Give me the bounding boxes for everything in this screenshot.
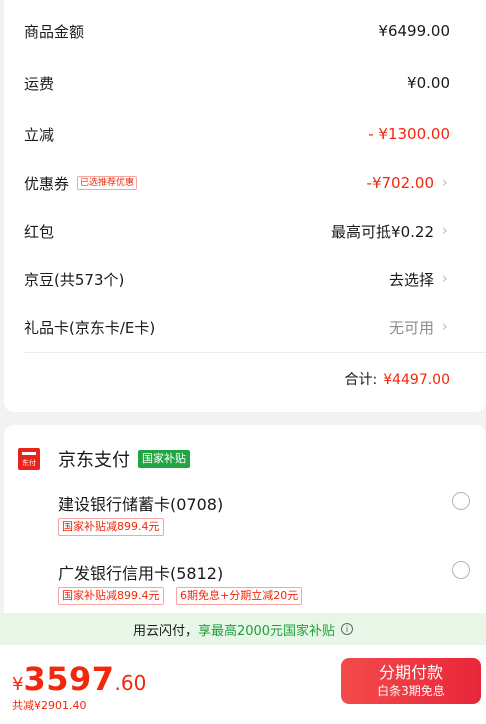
jd-pay-header: 东付 京东支付 国家补贴 — [18, 446, 190, 472]
bank-option-cgb-credit[interactable]: 广发银行信用卡(5812) — [58, 560, 223, 584]
currency-symbol: ¥ — [12, 674, 24, 695]
national-subsidy-badge: 国家补贴 — [138, 450, 190, 468]
red-packet-row[interactable]: 红包 最高可抵¥0.22 › — [24, 218, 450, 244]
gift-card-label: 礼品卡(京东卡/E卡) — [24, 318, 156, 337]
radio-ccb-debit[interactable] — [452, 492, 470, 510]
instant-discount-value: - ¥1300.00 — [368, 125, 450, 143]
shipping-row: 运费 ¥0.00 — [24, 70, 450, 96]
jd-bean-row[interactable]: 京豆(共573个) 去选择 › — [24, 266, 450, 292]
instant-discount-row: 立减 - ¥1300.00 — [24, 121, 450, 147]
order-total: 合计: ¥4497.00 — [344, 369, 450, 389]
pay-button-sublabel: 白条3期免息 — [377, 684, 445, 698]
jd-bean-value: 去选择 — [388, 270, 434, 289]
chevron-right-icon: › — [442, 271, 448, 287]
gift-card-row[interactable]: 礼品卡(京东卡/E卡) 无可用 › — [24, 314, 450, 340]
promo-highlight: 享最高2000元国家补贴 — [197, 623, 336, 639]
jd-pay-title: 京东支付 — [58, 450, 130, 471]
shipping-value: ¥0.00 — [407, 74, 450, 92]
order-summary-card — [4, 0, 486, 412]
jd-pay-icon: 东付 — [18, 448, 40, 470]
instant-discount-label: 立减 — [24, 125, 55, 144]
coupon-value: -¥702.00 — [366, 174, 434, 192]
goods-amount-row: 商品金额 ¥6499.00 — [24, 18, 450, 44]
chevron-right-icon: › — [442, 319, 448, 335]
bank-option-ccb-debit[interactable]: 建设银行储蓄卡(0708) — [58, 491, 223, 515]
gift-card-value: 无可用 — [388, 318, 434, 337]
installment-tag: 6期免息+分期立减20元 — [176, 587, 303, 605]
total-saved: 共减¥2901.40 — [12, 699, 87, 712]
coupon-row[interactable]: 优惠券 已选推荐优惠 -¥702.00 › — [24, 170, 450, 196]
subsidy-tag: 国家补贴减899.4元 — [58, 587, 164, 605]
shipping-label: 运费 — [24, 74, 55, 93]
chevron-right-icon: › — [442, 175, 448, 191]
total-label: 合计: — [344, 372, 378, 388]
coupon-label: 优惠券 — [24, 174, 70, 193]
goods-amount-value: ¥6499.00 — [378, 22, 450, 40]
radio-cgb-credit[interactable] — [452, 561, 470, 579]
price-integer: 3597 — [23, 660, 115, 698]
red-packet-label: 红包 — [24, 222, 55, 241]
chevron-right-icon: › — [442, 223, 448, 239]
coupon-recommended-tag: 已选推荐优惠 — [77, 176, 138, 190]
pay-button-label: 分期付款 — [378, 663, 443, 682]
installment-pay-button[interactable]: 分期付款 白条3期免息 — [341, 658, 481, 704]
subsidy-tag: 国家补贴减899.4元 — [58, 518, 164, 536]
divider — [24, 352, 486, 353]
goods-amount-label: 商品金额 — [24, 22, 85, 41]
red-packet-value: 最高可抵¥0.22 — [331, 222, 434, 241]
promo-prefix: 用云闪付， — [132, 623, 198, 639]
info-icon[interactable]: i — [341, 623, 354, 635]
total-value: ¥4497.00 — [383, 372, 450, 388]
union-pay-promo-bar[interactable]: 用云闪付， 享最高2000元国家补贴 i — [0, 613, 486, 645]
jd-bean-label: 京豆(共573个) — [24, 270, 125, 289]
final-price: ¥ 3597 .60 — [12, 660, 146, 698]
price-decimal: .60 — [114, 671, 147, 695]
